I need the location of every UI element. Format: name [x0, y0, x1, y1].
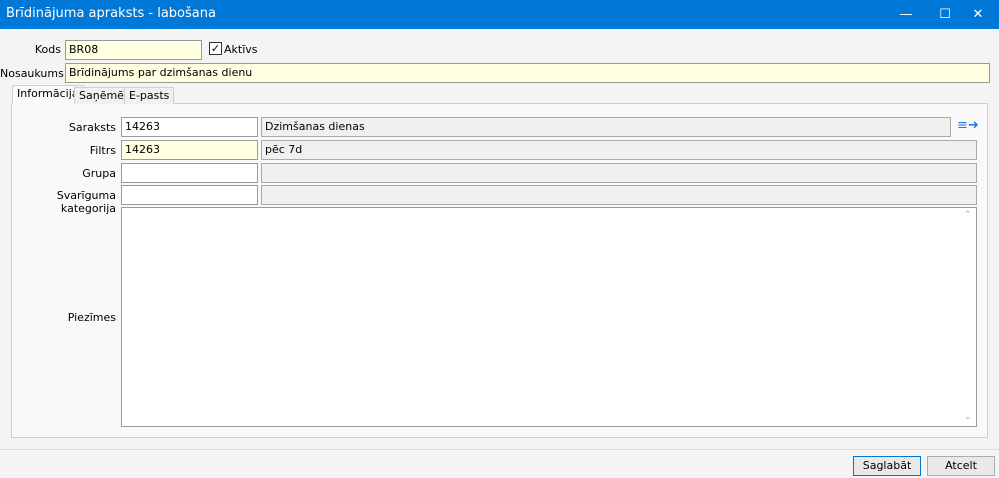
filtrs-code-input[interactable]: 14263 [121, 140, 258, 160]
scroll-up-icon[interactable]: ⌃ [964, 210, 972, 220]
svariguma-label: Svarīguma kategorija [56, 189, 116, 215]
grupa-code-input[interactable] [121, 163, 258, 183]
grupa-name-field [261, 163, 977, 183]
svariguma-name-field [261, 185, 977, 205]
piezimes-textarea[interactable] [121, 207, 977, 427]
tab-e-pasts[interactable]: E-pasts [124, 87, 175, 104]
tab-informacija[interactable]: Informācija [12, 85, 84, 104]
saraksts-code-input[interactable]: 14263 [121, 117, 258, 137]
open-list-icon[interactable]: ≡➜ [957, 117, 979, 135]
saraksts-label: Saraksts [68, 121, 116, 134]
aktivs-checkbox[interactable]: ✓ [209, 42, 222, 55]
filtrs-label: Filtrs [89, 144, 116, 157]
footer-divider [0, 449, 999, 450]
title-bar: Brīdinājuma apraksts - labošana — ☐ ✕ [0, 0, 999, 29]
piezimes-label: Piezīmes [67, 311, 116, 324]
aktivs-label: Aktīvs [224, 43, 258, 56]
kods-label: Kods [34, 43, 61, 56]
nosaukums-label: Nosaukums [0, 67, 64, 80]
piezimes-scrollbar[interactable]: ⌃ ⌄ [960, 208, 976, 426]
kods-input[interactable]: BR08 [65, 40, 202, 60]
grupa-label: Grupa [82, 167, 116, 180]
filtrs-name-field: pēc 7d [261, 140, 977, 160]
saraksts-name-field: Dzimšanas dienas [261, 117, 951, 137]
window-title: Brīdinājuma apraksts - labošana [6, 6, 216, 21]
save-button[interactable]: Saglabāt [853, 456, 921, 476]
scroll-down-icon[interactable]: ⌄ [964, 412, 972, 422]
cancel-button[interactable]: Atcelt [927, 456, 995, 476]
svariguma-code-input[interactable] [121, 185, 258, 205]
nosaukums-input[interactable]: Brīdinājums par dzimšanas dienu [65, 63, 990, 83]
close-icon[interactable]: ✕ [955, 0, 999, 29]
